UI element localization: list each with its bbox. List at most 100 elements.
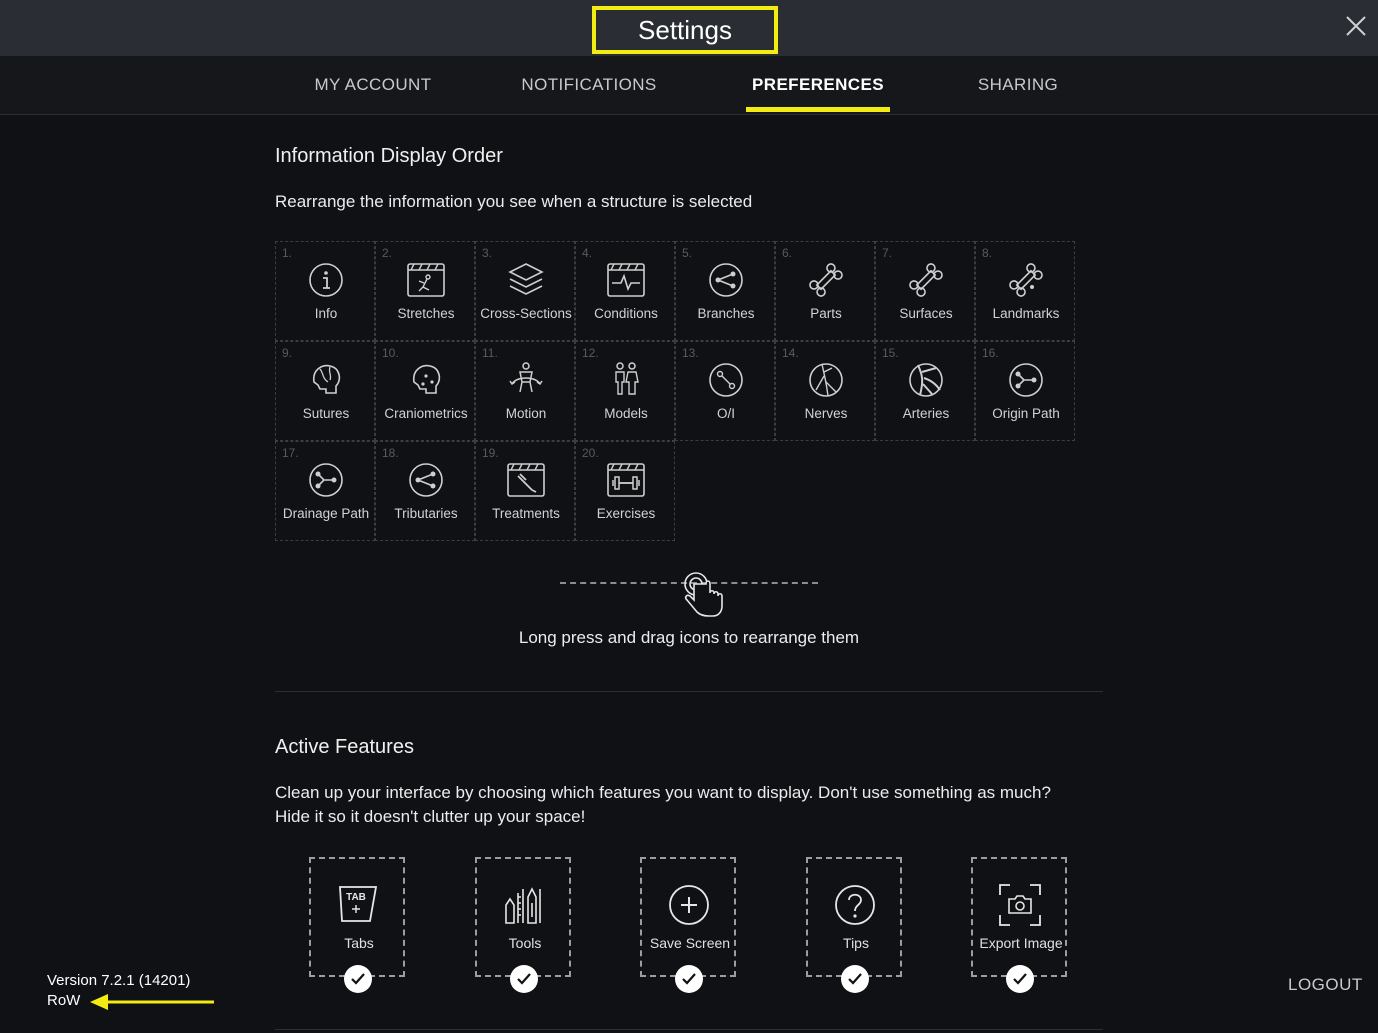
tab-notifications[interactable]: NOTIFICATIONS: [510, 56, 668, 114]
path-icon: [1009, 363, 1043, 397]
order-label: Craniometrics: [384, 406, 468, 421]
order-label: Treatments: [492, 506, 560, 521]
order-number: 18.: [382, 446, 399, 460]
active-features-description-line2: Hide it so it doesn't clutter up your sp…: [275, 807, 586, 826]
order-label: Parts: [810, 306, 842, 321]
feature-label: Tips: [843, 935, 869, 951]
order-label: Models: [604, 406, 648, 421]
feature-label: Export Image: [979, 935, 1063, 951]
nerves-icon: [809, 363, 843, 397]
order-number: 9.: [282, 346, 293, 360]
order-number: 20.: [582, 446, 599, 460]
order-label: Tributaries: [394, 506, 458, 521]
people-icon: [615, 362, 639, 395]
order-label: Landmarks: [992, 306, 1060, 321]
order-item-parts[interactable]: 6. Parts: [775, 241, 875, 341]
order-number: 13.: [682, 346, 699, 360]
order-item-stretches[interactable]: 2. Stretches: [375, 241, 475, 341]
feature-checkbox[interactable]: [675, 965, 703, 993]
order-label: Exercises: [596, 506, 656, 521]
order-item-oi[interactable]: 13. O/I: [675, 341, 775, 441]
order-item-origin-path[interactable]: 16. Origin Path: [975, 341, 1075, 441]
order-label: Surfaces: [899, 306, 953, 321]
feature-export-image[interactable]: Export Image: [971, 857, 1067, 993]
order-number: 7.: [882, 246, 893, 260]
order-label: Conditions: [594, 306, 658, 321]
order-item-cross-sections[interactable]: 3. Cross-Sections: [475, 241, 575, 341]
order-number: 19.: [482, 446, 499, 460]
feature-checkbox[interactable]: [510, 965, 538, 993]
feature-checkbox[interactable]: [344, 965, 372, 993]
feature-label: Save Screen: [649, 935, 731, 951]
active-tab-indicator: [746, 107, 890, 112]
path-icon: [309, 463, 343, 497]
bone-icon: [1009, 263, 1043, 297]
dumbbell-icon: [607, 463, 645, 497]
feature-tabs[interactable]: TAB Tabs: [309, 857, 405, 993]
order-item-motion[interactable]: 11. Motion: [475, 341, 575, 441]
window-title: Settings: [592, 6, 778, 54]
order-item-craniometrics[interactable]: 10. Craniometrics: [375, 341, 475, 441]
feature-label: Tabs: [344, 935, 374, 951]
order-item-treatments[interactable]: 19. Treatments: [475, 441, 575, 541]
motion-icon: [509, 362, 543, 393]
tab-my-account[interactable]: MY ACCOUNT: [300, 56, 446, 114]
order-item-info[interactable]: 1. Info: [275, 241, 375, 341]
logout-button[interactable]: LOGOUT: [1288, 975, 1363, 995]
title-bar: Settings: [0, 0, 1378, 56]
tab-bar: MY ACCOUNT NOTIFICATIONS PREFERENCES SHA…: [0, 56, 1378, 115]
feature-tools[interactable]: Tools: [475, 857, 571, 993]
feature-save-screen[interactable]: Save Screen: [640, 857, 736, 993]
camera-icon: [999, 884, 1041, 926]
order-label: Stretches: [397, 306, 455, 321]
skull-icon: [412, 364, 441, 394]
order-item-arteries[interactable]: 15. Arteries: [875, 341, 975, 441]
order-number: 2.: [382, 246, 393, 260]
order-item-tributaries[interactable]: 18. Tributaries: [375, 441, 475, 541]
order-label: Drainage Path: [282, 506, 370, 521]
feature-checkbox[interactable]: [841, 965, 869, 993]
order-number: 15.: [882, 346, 899, 360]
order-number: 11.: [482, 346, 498, 360]
bone-icon: [909, 263, 943, 297]
info-icon: [309, 263, 343, 297]
order-number: 5.: [682, 246, 693, 260]
heartbeat-icon: [607, 263, 645, 297]
order-number: 1.: [282, 246, 293, 260]
tab-preferences[interactable]: PREFERENCES: [746, 56, 890, 114]
order-item-landmarks[interactable]: 8. Landmarks: [975, 241, 1075, 341]
display-order-grid: 1. Info 2. Stretches 3. Cross-Sections 4…: [275, 241, 1078, 542]
order-item-sutures[interactable]: 9. Sutures: [275, 341, 375, 441]
close-button[interactable]: [1340, 10, 1372, 42]
active-features-heading: Active Features: [275, 736, 414, 758]
order-number: 17.: [282, 446, 299, 460]
order-number: 10.: [382, 346, 399, 360]
order-item-nerves[interactable]: 14. Nerves: [775, 341, 875, 441]
order-item-branches[interactable]: 5. Branches: [675, 241, 775, 341]
order-number: 6.: [782, 246, 793, 260]
order-label: O/I: [716, 406, 735, 421]
order-label: Cross-Sections: [480, 306, 572, 321]
check-icon: [1013, 973, 1027, 985]
order-item-exercises[interactable]: 20. Exercises: [575, 441, 675, 541]
drag-hand-icon: [684, 572, 723, 617]
order-number: 3.: [482, 246, 493, 260]
tab-sharing[interactable]: SHARING: [966, 56, 1070, 114]
check-icon: [682, 973, 696, 985]
bone-icon: [809, 263, 843, 297]
order-item-drainage-path[interactable]: 17. Drainage Path: [275, 441, 375, 541]
order-label: Info: [314, 306, 338, 321]
order-item-conditions[interactable]: 4. Conditions: [575, 241, 675, 341]
feature-tips[interactable]: Tips: [806, 857, 902, 993]
order-item-surfaces[interactable]: 7. Surfaces: [875, 241, 975, 341]
order-item-models[interactable]: 12. Models: [575, 341, 675, 441]
check-icon: [848, 973, 862, 985]
order-number: 8.: [982, 246, 993, 260]
section-divider: [275, 691, 1103, 692]
feature-label: Tools: [508, 935, 542, 951]
feature-checkbox[interactable]: [1006, 965, 1034, 993]
stretches-icon: [407, 263, 445, 297]
check-icon: [517, 973, 531, 985]
tools-icon: [505, 887, 541, 924]
order-label: Origin Path: [992, 406, 1060, 421]
